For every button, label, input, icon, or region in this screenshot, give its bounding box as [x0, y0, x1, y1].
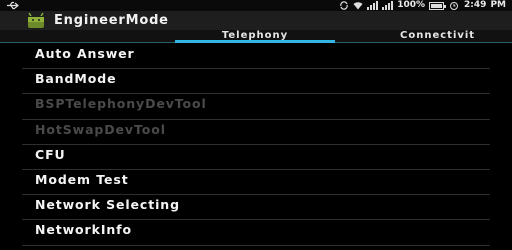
- engineer-mode-list: Auto Answer BandMode BSPTelephonyDevTool…: [0, 44, 512, 246]
- list-item-label: Modem Test: [35, 171, 129, 187]
- app-title: EngineerMode: [54, 13, 169, 28]
- list-item-modem-test[interactable]: Modem Test: [0, 170, 512, 196]
- screen: 100% 2:49 PM EngineerMode Telephony Conn…: [0, 0, 512, 250]
- tab-bar: Telephony Connectivit: [0, 30, 512, 43]
- battery-percent: 100%: [397, 0, 426, 10]
- list-item-label: NetworkInfo: [35, 222, 133, 238]
- list-item-label: Auto Answer: [35, 46, 135, 61]
- signal-icon-2: [382, 1, 394, 10]
- clock-suffix: PM: [490, 0, 506, 10]
- list-item-cfu[interactable]: CFU: [0, 145, 512, 170]
- list-item-label: HotSwapDevTool: [35, 121, 166, 137]
- list-item-auto-answer[interactable]: Auto Answer: [0, 44, 512, 70]
- tab-selected-indicator: [175, 40, 335, 43]
- list-item-label: BandMode: [35, 71, 117, 87]
- usb-icon: [7, 1, 19, 10]
- list-item-bandmode[interactable]: BandMode: [0, 69, 512, 95]
- list-item-label: Network Selecting: [35, 197, 180, 213]
- list-item-label: CFU: [35, 146, 66, 162]
- list-item-networkinfo[interactable]: NetworkInfo: [0, 220, 512, 246]
- alarm-clock-icon: [450, 2, 459, 10]
- status-icons: 100% 2:49 PM: [339, 0, 506, 11]
- divider: [22, 244, 490, 246]
- list-item-hotswapdevtool: HotSwapDevTool: [0, 120, 512, 145]
- signal-icon: [367, 1, 379, 10]
- battery-icon: [429, 1, 447, 10]
- battery-level: [431, 3, 443, 8]
- status-bar: 100% 2:49 PM: [0, 0, 512, 11]
- sync-icon: [340, 1, 348, 10]
- tab-connectivity[interactable]: Connectivit: [400, 30, 512, 43]
- wifi-icon: [353, 2, 363, 10]
- clock-time: 2:49: [464, 0, 487, 10]
- list-item-network-selecting[interactable]: Network Selecting: [0, 195, 512, 221]
- tab-telephony[interactable]: Telephony: [175, 30, 335, 43]
- action-bar: EngineerMode: [0, 11, 512, 30]
- list-item-label: BSPTelephonyDevTool: [35, 96, 207, 112]
- list-item-bsptelephonydevtool: BSPTelephonyDevTool: [0, 94, 512, 120]
- android-icon[interactable]: [26, 12, 46, 29]
- tab-connectivity-label: Connectivit: [400, 30, 476, 41]
